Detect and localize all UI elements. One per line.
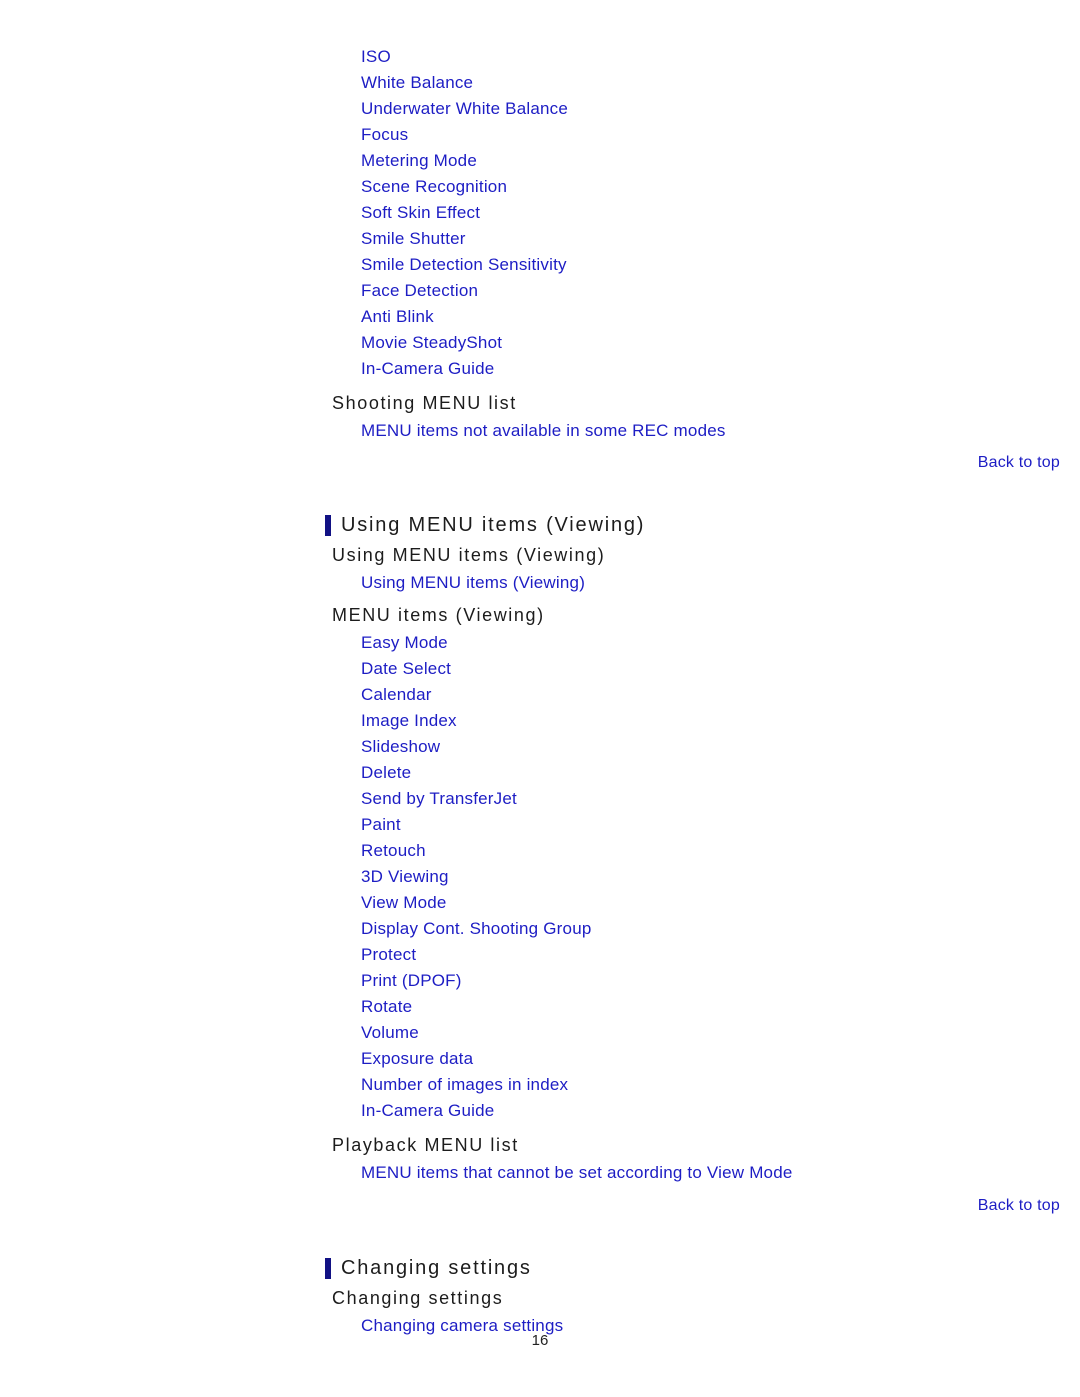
document-page: ISO White Balance Underwater White Balan…	[0, 0, 1080, 1397]
list-item[interactable]: Protect	[361, 942, 1080, 968]
list-item[interactable]: Exposure data	[361, 1046, 1080, 1072]
list-item[interactable]: Face Detection	[361, 278, 1080, 304]
list-item[interactable]: Slideshow	[361, 734, 1080, 760]
list-item[interactable]: ISO	[361, 44, 1080, 70]
shooting-menu-list-heading: Shooting MENU list	[332, 393, 517, 413]
section-heading-changing-settings: Changing settings	[325, 1253, 1080, 1283]
list-item[interactable]: Easy Mode	[361, 630, 1080, 656]
page-content: ISO White Balance Underwater White Balan…	[0, 0, 1080, 1339]
section-heading-label: Using MENU items (Viewing)	[341, 514, 646, 536]
list-item[interactable]: White Balance	[361, 70, 1080, 96]
shooting-menu-link-list: ISO White Balance Underwater White Balan…	[0, 44, 1080, 382]
list-item[interactable]: Paint	[361, 812, 1080, 838]
viewing-intro-link[interactable]: Using MENU items (Viewing)	[361, 570, 1080, 596]
page-number: 16	[531, 1332, 549, 1349]
playback-menu-list-link[interactable]: MENU items that cannot be set according …	[361, 1160, 1080, 1186]
list-item[interactable]: Underwater White Balance	[361, 96, 1080, 122]
list-item[interactable]: Delete	[361, 760, 1080, 786]
list-item[interactable]: Scene Recognition	[361, 174, 1080, 200]
list-item[interactable]: Send by TransferJet	[361, 786, 1080, 812]
list-item[interactable]: In-Camera Guide	[361, 1098, 1080, 1124]
menu-items-viewing-heading: MENU items (Viewing)	[332, 605, 545, 625]
list-item[interactable]: Soft Skin Effect	[361, 200, 1080, 226]
list-item[interactable]: Anti Blink	[361, 304, 1080, 330]
list-item[interactable]: View Mode	[361, 890, 1080, 916]
list-item[interactable]: Display Cont. Shooting Group	[361, 916, 1080, 942]
playback-menu-list-heading: Playback MENU list	[332, 1135, 519, 1155]
list-item[interactable]: 3D Viewing	[361, 864, 1080, 890]
section-heading-label: Changing settings	[341, 1257, 532, 1279]
list-item[interactable]: Smile Detection Sensitivity	[361, 252, 1080, 278]
list-item[interactable]: Focus	[361, 122, 1080, 148]
section-heading-using-menu-items-viewing: Using MENU items (Viewing)	[325, 510, 1080, 540]
list-item[interactable]: Movie SteadyShot	[361, 330, 1080, 356]
list-item[interactable]: Print (DPOF)	[361, 968, 1080, 994]
list-item[interactable]: Retouch	[361, 838, 1080, 864]
back-to-top-link[interactable]: Back to top	[0, 1195, 1080, 1217]
list-item[interactable]: Volume	[361, 1020, 1080, 1046]
back-to-top-link[interactable]: Back to top	[0, 452, 1080, 474]
list-item[interactable]: Calendar	[361, 682, 1080, 708]
section-accent-bar	[325, 515, 331, 536]
list-item[interactable]: Metering Mode	[361, 148, 1080, 174]
shooting-menu-list-link[interactable]: MENU items not available in some REC mod…	[361, 418, 1080, 444]
section-accent-bar	[325, 1258, 331, 1279]
list-item[interactable]: Number of images in index	[361, 1072, 1080, 1098]
list-item[interactable]: Rotate	[361, 994, 1080, 1020]
viewing-menu-link-list: Easy Mode Date Select Calendar Image Ind…	[0, 630, 1080, 1124]
changing-settings-subheading: Changing settings	[332, 1288, 504, 1308]
list-item[interactable]: Date Select	[361, 656, 1080, 682]
list-item[interactable]: Smile Shutter	[361, 226, 1080, 252]
list-item[interactable]: Image Index	[361, 708, 1080, 734]
list-item[interactable]: In-Camera Guide	[361, 356, 1080, 382]
viewing-subheading: Using MENU items (Viewing)	[332, 545, 606, 565]
